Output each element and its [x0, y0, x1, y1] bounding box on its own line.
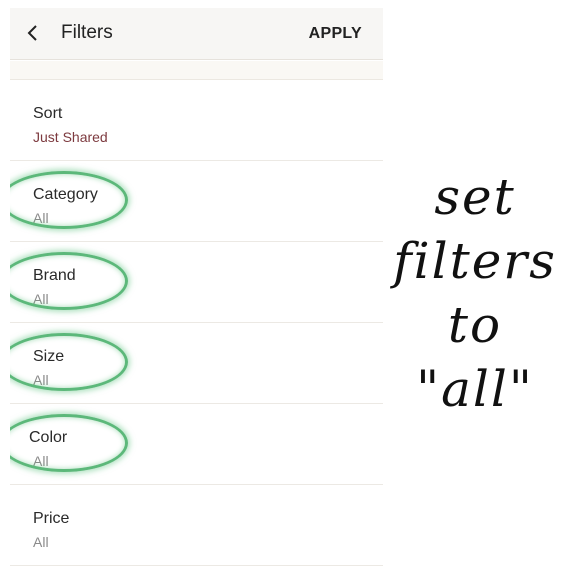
filter-label: Sort — [33, 105, 63, 122]
filters-panel: Filters APPLY Sort Just Shared Category … — [10, 0, 383, 580]
annotation-line: "all" — [416, 360, 534, 418]
header-bar: Filters APPLY — [10, 8, 383, 60]
filter-value: Just Shared — [33, 129, 108, 145]
filter-row-category[interactable]: Category All — [10, 161, 383, 242]
filter-list: Sort Just Shared Category All Brand All … — [10, 80, 383, 566]
filter-value: All — [33, 291, 49, 307]
filter-value: All — [33, 453, 49, 469]
highlight-ring — [10, 333, 128, 391]
filter-value: All — [33, 372, 49, 388]
filter-row-price[interactable]: Price All — [10, 485, 383, 566]
filter-row-brand[interactable]: Brand All — [10, 242, 383, 323]
filter-row-sort[interactable]: Sort Just Shared — [10, 80, 383, 161]
annotation-line: filters — [393, 232, 557, 290]
filter-label: Price — [33, 510, 70, 527]
highlight-ring — [10, 414, 128, 472]
apply-button[interactable]: APPLY — [309, 23, 362, 45]
annotation-line: set — [434, 168, 516, 226]
filter-value: All — [33, 210, 49, 226]
section-spacer — [10, 61, 383, 80]
handwritten-annotation: set filters to "all" — [380, 165, 570, 421]
filter-label: Color — [29, 429, 68, 446]
annotation-line: to — [447, 296, 503, 354]
filter-label: Brand — [33, 267, 76, 284]
filter-label: Size — [33, 348, 65, 365]
filter-row-size[interactable]: Size All — [10, 323, 383, 404]
back-button[interactable] — [24, 21, 40, 45]
filter-row-color[interactable]: Color All — [10, 404, 383, 485]
filter-value: All — [33, 534, 49, 550]
filter-label: Category — [33, 186, 98, 203]
page-title: Filters — [61, 22, 113, 43]
chevron-left-icon — [27, 25, 37, 41]
